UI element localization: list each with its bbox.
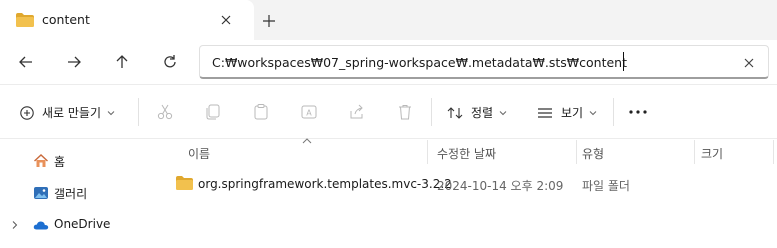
tab-title: content (42, 12, 90, 27)
nav-item-label: 홈 (54, 155, 66, 169)
tab-content[interactable]: content (0, 0, 254, 40)
command-bar: 새로 만들기 A 정렬 보기 (0, 84, 777, 139)
folder-icon (16, 13, 34, 27)
file-list: 이름 수정한 날짜 유형 크기 org.springframework.temp… (158, 138, 777, 248)
plus-circle-icon (20, 105, 34, 120)
chevron-right-icon[interactable] (10, 220, 20, 230)
table-row[interactable]: org.springframework.templates.mvc-3.2.2 … (158, 171, 777, 197)
file-name: org.springframework.templates.mvc-3.2.2 (198, 177, 452, 191)
address-row: C:₩workspaces₩07_spring-workspace₩.metad… (0, 40, 777, 84)
address-bar[interactable]: C:₩workspaces₩07_spring-workspace₩.metad… (199, 45, 769, 79)
clear-address-icon[interactable] (740, 54, 758, 72)
delete-icon[interactable] (396, 103, 414, 121)
close-tab-icon[interactable] (217, 11, 235, 29)
navigation-pane: 홈 갤러리 OneDrive (0, 140, 158, 248)
tab-strip: content (0, 0, 777, 40)
sort-icon (447, 106, 463, 119)
up-icon[interactable] (110, 51, 134, 73)
new-label: 새로 만들기 (42, 106, 102, 120)
copy-icon[interactable] (204, 103, 222, 121)
file-type: 파일 폴더 (582, 179, 630, 193)
home-icon (34, 154, 48, 167)
column-divider[interactable] (694, 140, 695, 164)
column-size[interactable]: 크기 (701, 145, 723, 162)
column-divider[interactable] (427, 140, 428, 164)
share-icon[interactable] (348, 103, 366, 121)
nav-item-label: 갤러리 (54, 187, 88, 201)
chevron-down-icon (589, 110, 597, 115)
view-button[interactable]: 보기 (537, 85, 597, 140)
file-date: 2024-10-14 오후 2:09 (437, 179, 564, 193)
chevron-down-icon (499, 110, 507, 115)
view-list-icon (538, 107, 552, 118)
column-name[interactable]: 이름 (188, 145, 210, 162)
column-header-row: 이름 수정한 날짜 유형 크기 (158, 138, 777, 164)
cut-icon[interactable] (156, 103, 174, 121)
toolbar-divider (431, 98, 432, 126)
more-icon[interactable] (628, 109, 648, 115)
text-caret (623, 52, 624, 71)
column-date[interactable]: 수정한 날짜 (437, 145, 496, 162)
toolbar-divider (138, 98, 139, 126)
gallery-icon (34, 187, 48, 199)
back-icon[interactable] (14, 51, 38, 73)
view-label: 보기 (561, 106, 584, 120)
nav-item-label: OneDrive (54, 217, 111, 231)
folder-icon (176, 176, 193, 190)
nav-item-gallery[interactable]: 갤러리 (0, 179, 158, 207)
address-path[interactable]: C:₩workspaces₩07_spring-workspace₩.metad… (212, 55, 627, 70)
sort-label: 정렬 (471, 106, 494, 120)
new-tab-icon[interactable] (259, 11, 279, 31)
column-divider[interactable] (773, 140, 774, 164)
rename-icon[interactable]: A (300, 103, 318, 121)
new-button[interactable]: 새로 만들기 (20, 85, 115, 140)
paste-icon[interactable] (252, 103, 270, 121)
refresh-icon[interactable] (158, 51, 182, 73)
forward-icon[interactable] (62, 51, 86, 73)
chevron-down-icon (107, 110, 115, 115)
sort-button[interactable]: 정렬 (447, 85, 507, 140)
nav-item-home[interactable]: 홈 (0, 147, 158, 175)
column-type[interactable]: 유형 (582, 145, 604, 162)
onedrive-cloud-icon (33, 221, 49, 230)
svg-text:A: A (306, 109, 312, 118)
sort-up-chevron-icon (302, 138, 312, 144)
toolbar-divider (613, 98, 614, 126)
column-divider[interactable] (576, 140, 577, 164)
nav-item-onedrive[interactable]: OneDrive (0, 211, 158, 239)
